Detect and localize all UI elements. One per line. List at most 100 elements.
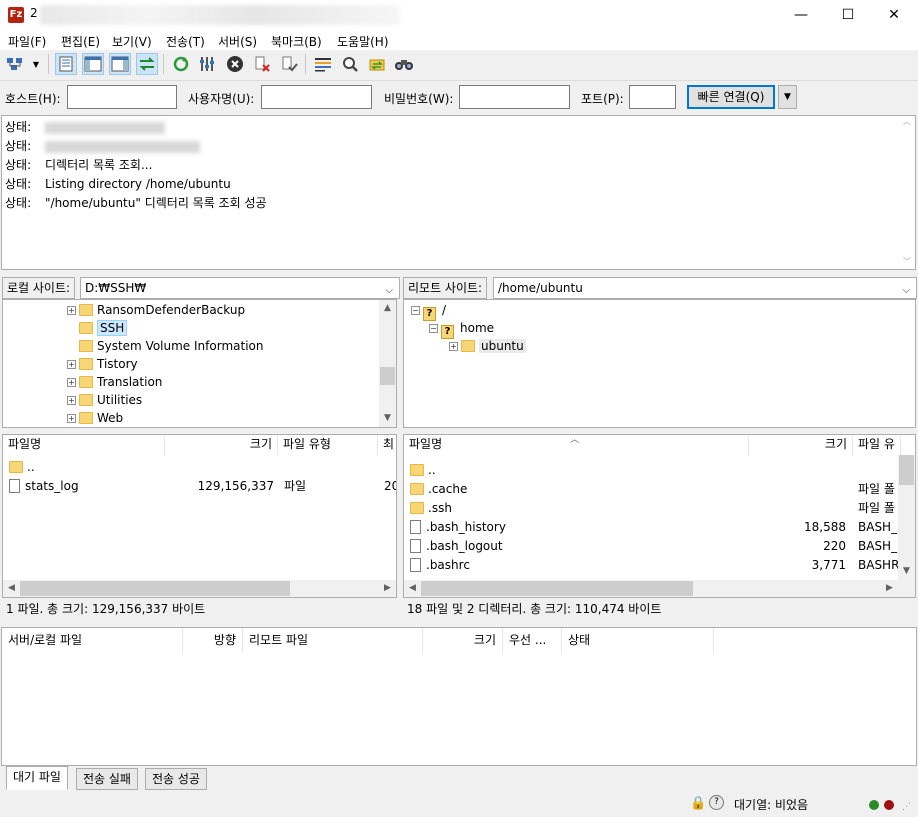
menu-transfer[interactable]: 전송(T) (166, 33, 205, 50)
scroll-thumb[interactable] (899, 455, 914, 485)
queue-header-priority[interactable]: 우선 ... (503, 628, 562, 652)
password-input[interactable] (459, 85, 570, 109)
scroll-down-arrow-icon[interactable]: ▼ (379, 410, 396, 427)
file-row[interactable]: .bashrc 3,771 BASHRC (404, 556, 900, 575)
collapse-icon[interactable]: − (411, 306, 420, 315)
toggle-local-tree-icon[interactable] (82, 53, 104, 75)
quickconnect-history-dropdown[interactable]: ▼ (778, 85, 797, 109)
column-header-size[interactable]: 크기 (165, 435, 278, 455)
message-log[interactable]: 상태: 상태: 상태: 디렉터리 목록 조회... 상태: Listing dire… (1, 115, 916, 270)
menu-file[interactable]: 파일(F) (8, 33, 46, 50)
transfer-queue[interactable]: 서버/로컬 파일 방향 리모트 파일 크기 우선 ... 상태 (1, 627, 917, 766)
column-header-modified[interactable]: 최 (378, 435, 396, 455)
file-row[interactable]: .ssh 파일 폴 (404, 499, 900, 518)
expand-icon[interactable]: + (67, 414, 76, 423)
toggle-transfer-queue-icon[interactable] (136, 53, 158, 75)
tree-item[interactable]: −? home (429, 319, 494, 339)
remote-path-input[interactable]: /home/ubuntu ⌵ (493, 277, 917, 299)
scroll-thumb[interactable] (421, 581, 693, 596)
remote-directory-tree[interactable]: −? / −? home + ubuntu (403, 299, 916, 428)
tree-item[interactable]: SSH (79, 319, 128, 337)
menu-view[interactable]: 보기(V) (112, 33, 152, 50)
toggle-message-log-icon[interactable] (55, 53, 77, 75)
file-row[interactable]: .bash_history 18,588 BASH_H (404, 518, 900, 537)
filezilla-app-icon[interactable]: Fz (8, 7, 24, 23)
menu-help[interactable]: 도움말(H) (337, 33, 389, 50)
scroll-up-arrow-icon[interactable]: ︿ (899, 116, 915, 127)
remote-list-hscrollbar[interactable]: ◀ ▶ (404, 580, 915, 597)
scroll-down-arrow-icon[interactable]: ﹀ (899, 256, 915, 267)
scroll-left-arrow-icon[interactable]: ◀ (404, 580, 421, 597)
host-input[interactable] (67, 85, 177, 109)
remote-list-vscrollbar[interactable]: ▼ (898, 455, 915, 580)
tree-item[interactable]: System Volume Information (79, 337, 263, 355)
port-input[interactable] (629, 85, 676, 109)
scroll-right-arrow-icon[interactable]: ▶ (379, 580, 396, 597)
cancel-operation-icon[interactable] (224, 53, 246, 75)
tree-item[interactable]: −? / (411, 301, 446, 321)
expand-icon[interactable]: + (67, 378, 76, 387)
column-header-filename[interactable]: 파일명 (3, 435, 165, 455)
queue-header-status[interactable]: 상태 (562, 628, 714, 652)
reconnect-icon[interactable] (278, 53, 300, 75)
remote-file-list[interactable]: 파일명 ︿ 크기 파일 유 .. .cache 파일 폴 .ssh 파일 폴 .… (403, 434, 916, 598)
tab-successful-transfers[interactable]: 전송 성공 (145, 768, 207, 790)
scroll-thumb[interactable] (20, 581, 290, 596)
tree-item[interactable]: + ubuntu (449, 337, 526, 355)
expand-icon[interactable]: + (449, 342, 458, 351)
tab-queued-files[interactable]: 대기 파일 (6, 766, 68, 790)
search-remote-files-icon[interactable] (393, 53, 415, 75)
toggle-remote-tree-icon[interactable] (109, 53, 131, 75)
disconnect-icon[interactable] (251, 53, 273, 75)
column-header-filetype[interactable]: 파일 유 (853, 435, 901, 455)
menu-edit[interactable]: 편집(E) (61, 33, 100, 50)
collapse-icon[interactable]: − (429, 324, 438, 333)
column-header-filetype[interactable]: 파일 유형 (278, 435, 378, 455)
local-list-hscrollbar[interactable]: ◀ ▶ (3, 580, 396, 597)
tree-item[interactable]: + Web (67, 409, 123, 427)
queue-header-direction[interactable]: 방향 (183, 628, 243, 652)
file-row[interactable]: .. (404, 461, 900, 480)
queue-header-size[interactable]: 크기 (423, 628, 503, 652)
close-button[interactable]: ✕ (871, 0, 917, 31)
maximize-button[interactable]: ☐ (825, 0, 871, 31)
scroll-thumb[interactable] (380, 367, 395, 385)
quickconnect-button[interactable]: 빠른 연결(Q) (687, 85, 775, 109)
scroll-up-arrow-icon[interactable]: ▲ (379, 300, 396, 317)
file-row[interactable]: stats_log 129,156,337 파일 20 (3, 477, 396, 496)
chevron-down-icon[interactable]: ⌵ (385, 281, 393, 301)
file-row[interactable]: .bash_logout 220 BASH_L (404, 537, 900, 556)
queue-header-remote-file[interactable]: 리모트 파일 (243, 628, 423, 652)
expand-icon[interactable]: + (67, 396, 76, 405)
scroll-down-arrow-icon[interactable]: ▼ (898, 563, 915, 580)
local-path-input[interactable]: D:₩SSH₩ ⌵ (80, 277, 400, 299)
scroll-left-arrow-icon[interactable]: ◀ (3, 580, 20, 597)
process-queue-icon[interactable] (197, 53, 219, 75)
directory-listing-filters-icon[interactable] (312, 53, 334, 75)
directory-comparison-icon[interactable] (339, 53, 361, 75)
refresh-icon[interactable] (170, 53, 192, 75)
resize-grip-icon[interactable]: ⋰ (902, 802, 911, 812)
local-file-list[interactable]: 파일명 크기 파일 유형 최 .. stats_log 129,156,337 … (2, 434, 397, 598)
tree-item[interactable]: + Translation (67, 373, 162, 391)
expand-icon[interactable]: + (67, 306, 76, 315)
local-directory-tree[interactable]: + RansomDefenderBackup SSH System Volume … (2, 299, 397, 428)
file-row[interactable]: .. (3, 458, 383, 477)
local-tree-scrollbar[interactable]: ▲ ▼ (379, 300, 396, 427)
menu-server[interactable]: 서버(S) (218, 33, 257, 50)
tree-item[interactable]: + Utilities (67, 391, 142, 409)
synchronized-browsing-icon[interactable] (366, 53, 388, 75)
menu-bookmarks[interactable]: 북마크(B) (271, 33, 322, 50)
tab-failed-transfers[interactable]: 전송 실패 (76, 768, 138, 790)
file-row[interactable]: .cache 파일 폴 (404, 480, 900, 499)
queue-header-local-file[interactable]: 서버/로컬 파일 (2, 628, 183, 652)
expand-icon[interactable]: + (67, 360, 76, 369)
speed-limit-icon[interactable]: ? (709, 795, 724, 810)
log-scrollbar[interactable]: ︿ ﹀ (899, 116, 915, 269)
site-manager-icon[interactable] (5, 53, 25, 75)
site-manager-dropdown-icon[interactable]: ▼ (29, 53, 43, 75)
tree-item[interactable]: + Tistory (67, 355, 138, 373)
column-header-size[interactable]: 크기 (749, 435, 853, 455)
minimize-button[interactable]: — (778, 0, 824, 31)
chevron-down-icon[interactable]: ⌵ (902, 281, 910, 301)
